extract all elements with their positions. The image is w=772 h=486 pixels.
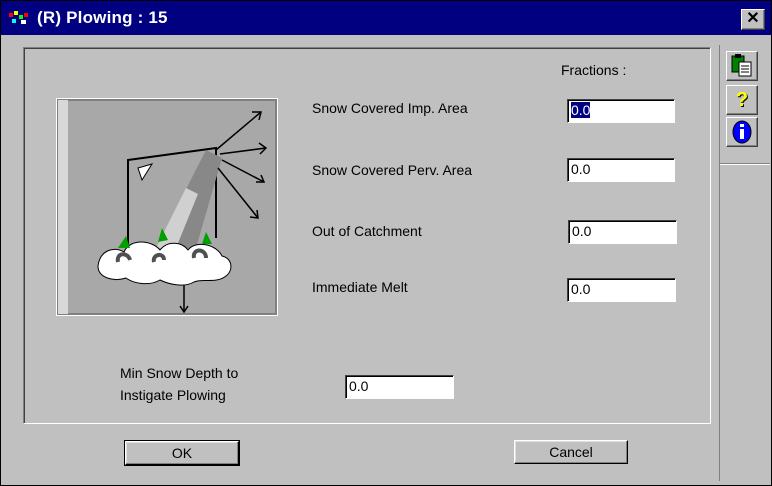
out-of-catchment-label: Out of Catchment <box>312 223 422 239</box>
snow-covered-imp-area-value[interactable]: 0.0 <box>569 101 592 119</box>
plowing-illustration <box>56 98 278 316</box>
snow-covered-imp-area-label: Snow Covered Imp. Area <box>312 100 468 116</box>
ok-button[interactable]: OK <box>124 440 240 466</box>
min-snow-depth-label-line1: Min Snow Depth to <box>120 365 239 381</box>
snow-covered-perv-area-input[interactable]: 0.0 <box>567 158 675 182</box>
close-button[interactable]: ✕ <box>741 9 765 30</box>
help-icon[interactable]: ? <box>736 89 748 111</box>
min-snow-depth-label-line2: Instigate Plowing <box>120 387 226 403</box>
dialog-window: (R) Plowing : 15 ✕ Fractions: Snow Cove… <box>0 0 772 486</box>
snow-covered-imp-area-input[interactable]: 0.0 <box>567 99 675 123</box>
main-panel: Fractions : Snow Covered Imp. Area 0.0 S… <box>23 47 711 424</box>
help-button[interactable]: ? <box>726 85 758 115</box>
title-bar[interactable]: (R) Plowing : 15 ✕ <box>1 1 771 35</box>
right-toolbar: ? <box>719 45 770 481</box>
toolbar-separator <box>720 163 770 165</box>
clipboard-icon[interactable] <box>727 52 757 80</box>
immediate-melt-label: Immediate Melt <box>312 279 408 295</box>
close-icon[interactable]: ✕ <box>746 10 759 27</box>
fractions-header: Fractions : <box>561 62 627 78</box>
immediate-melt-input[interactable]: 0.0 <box>567 278 676 302</box>
min-snow-depth-input[interactable]: 0.0 <box>345 375 454 399</box>
cancel-button[interactable]: Cancel <box>514 440 628 464</box>
window-title: (R) Plowing : 15 <box>37 8 168 27</box>
info-icon[interactable] <box>727 118 757 146</box>
app-icon <box>9 11 28 24</box>
snow-covered-perv-area-label: Snow Covered Perv. Area <box>312 162 473 178</box>
copy-button[interactable] <box>726 51 758 81</box>
out-of-catchment-input[interactable]: 0.0 <box>568 220 677 244</box>
dialog-body: Fractions : Snow Covered Imp. Area 0.0 S… <box>1 35 771 485</box>
info-button[interactable] <box>726 117 758 147</box>
